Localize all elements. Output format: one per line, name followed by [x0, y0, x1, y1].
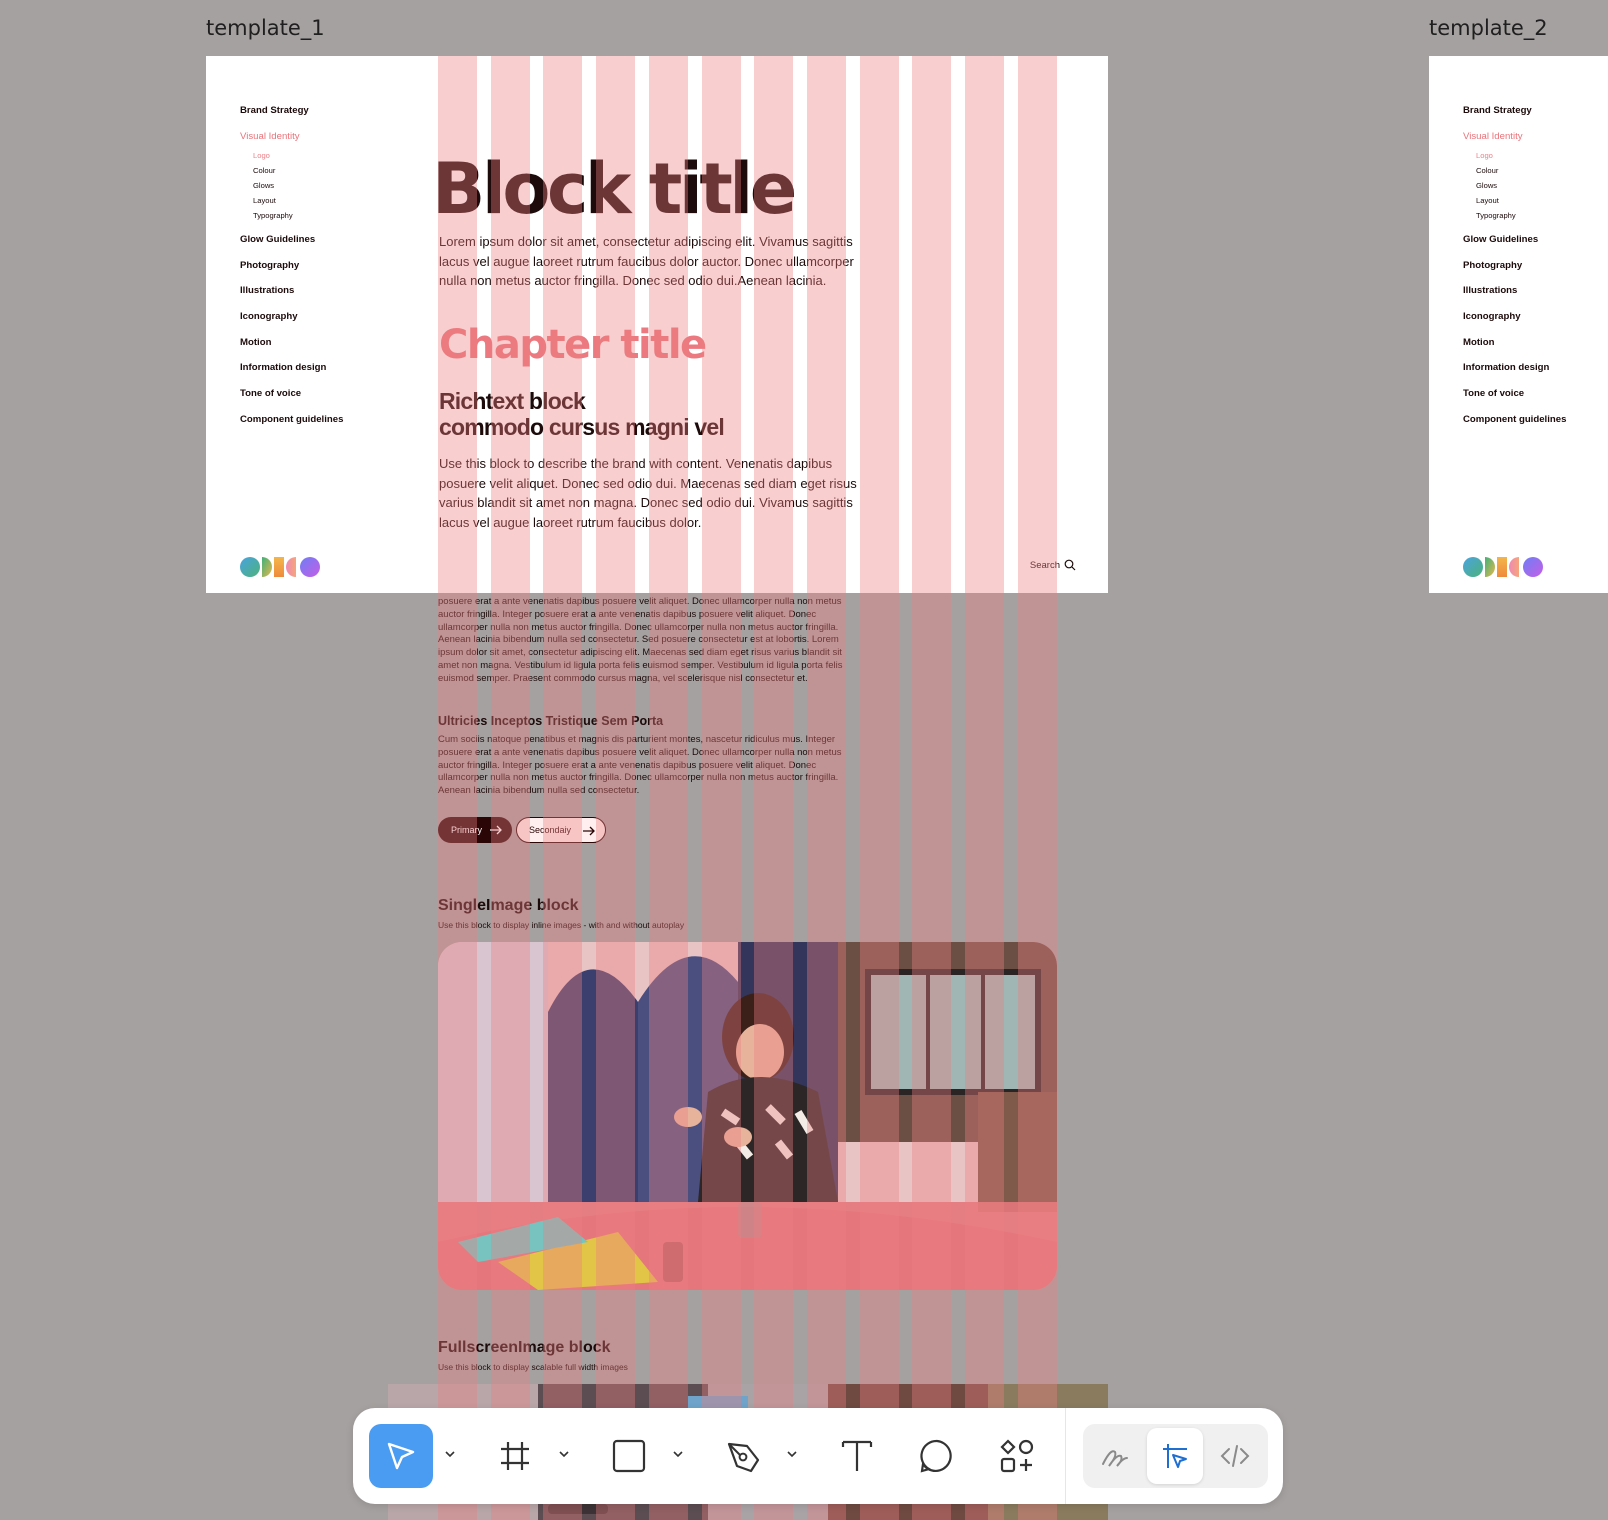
nav-item-tone-of-voice[interactable]: Tone of voice [1463, 388, 1524, 399]
chapter-title: Chapter title [439, 322, 707, 368]
search-label: Search [1029, 559, 1060, 571]
nav-item-illustrations[interactable]: Illustrations [240, 285, 294, 296]
nav-item-information-design[interactable]: Information design [240, 362, 326, 373]
brand-logo[interactable] [240, 555, 322, 579]
chevron-down-icon[interactable] [444, 1448, 456, 1460]
nav-subitem-glows[interactable]: Glows [1476, 181, 1497, 190]
nav-subitem-logo[interactable]: Logo [1476, 151, 1493, 160]
secondary-button[interactable]: Secondaiy [516, 817, 606, 843]
frame-icon [501, 1442, 529, 1470]
design-mode-button[interactable] [1147, 1428, 1203, 1484]
rectangle-icon [612, 1439, 646, 1473]
nav-subitem-logo[interactable]: Logo [253, 151, 270, 160]
nav-item-brand-strategy[interactable]: Brand Strategy [1463, 105, 1532, 116]
shape-tool-button[interactable] [597, 1424, 661, 1488]
brand-logo[interactable] [1463, 555, 1545, 579]
actions-tool-button[interactable] [985, 1424, 1049, 1488]
pen-icon [727, 1442, 760, 1473]
nav-item-visual-identity[interactable]: Visual Identity [240, 131, 300, 142]
nav-item-component-guidelines[interactable]: Component guidelines [240, 414, 343, 425]
nav-item-component-guidelines[interactable]: Component guidelines [1463, 414, 1566, 425]
intro-paragraph: Lorem ipsum dolor sit amet, consectetur … [439, 234, 854, 288]
comment-tool-button[interactable] [905, 1424, 969, 1488]
richtext-heading: Richtext block commodo cursus magni vel [439, 388, 725, 440]
single-image-subtitle: Use this block to display inline images … [438, 920, 685, 930]
nav-item-information-design[interactable]: Information design [1463, 362, 1549, 373]
template-2-frame[interactable]: Brand Strategy Visual Identity Logo Colo… [1429, 56, 1608, 593]
nav-item-glow-guidelines[interactable]: Glow Guidelines [240, 234, 315, 245]
toolbar-divider [1065, 1408, 1066, 1504]
nav-item-photography[interactable]: Photography [1463, 260, 1522, 271]
richtext-body: Use this block to describe the brand wit… [439, 456, 857, 530]
nav-item-tone-of-voice[interactable]: Tone of voice [240, 388, 301, 399]
fullscreen-image-heading: FullscreenImage block [438, 1339, 611, 1356]
dev-mode-button[interactable] [1207, 1428, 1263, 1484]
chevron-down-icon[interactable] [672, 1448, 684, 1460]
dev-mode-icon [1220, 1445, 1250, 1467]
chevron-down-icon[interactable] [558, 1448, 570, 1460]
search-icon [1064, 559, 1076, 571]
mode-switcher [1083, 1424, 1268, 1488]
arrow-right-icon [583, 826, 595, 836]
nav-item-photography[interactable]: Photography [240, 260, 299, 271]
chevron-down-icon[interactable] [786, 1448, 798, 1460]
overflow-subheading: Ultricies Inceptos Tristique Sem Porta [438, 714, 664, 728]
draw-mode-button[interactable] [1087, 1428, 1143, 1484]
nav-subitem-layout[interactable]: Layout [1476, 196, 1499, 205]
nav-subitem-layout[interactable]: Layout [253, 196, 276, 205]
search-control[interactable]: Search [1030, 559, 1076, 571]
overflow-paragraph-2: Cum sociis natoque penatibus et magnis d… [438, 734, 842, 797]
design-mode-icon [1163, 1444, 1187, 1468]
single-image-photo[interactable] [438, 942, 1057, 1290]
pen-tool-button[interactable] [711, 1424, 775, 1488]
secondary-button-label: Secondaiy [529, 825, 572, 835]
draw-mode-icon [1102, 1450, 1128, 1467]
bottom-toolbar [353, 1408, 1283, 1504]
nav-subitem-glows[interactable]: Glows [253, 181, 274, 190]
overflow-paragraph: posuere erat a ante venenatis dapibus po… [438, 596, 843, 684]
richtext-heading-line-2: commodo cursus magni vel [439, 414, 725, 440]
primary-button-label: Primary [451, 825, 482, 835]
nav-item-iconography[interactable]: Iconography [240, 311, 298, 322]
actions-icon [1000, 1439, 1034, 1473]
nav-subitem-colour[interactable]: Colour [1476, 166, 1498, 175]
nav-subitem-typography[interactable]: Typography [253, 211, 293, 220]
block-title: Block title [432, 148, 797, 230]
nav-subitem-colour[interactable]: Colour [253, 166, 275, 175]
office-photo-illustration [438, 942, 1057, 1290]
nav-item-glow-guidelines[interactable]: Glow Guidelines [1463, 234, 1538, 245]
template-1-frame[interactable]: Brand Strategy Visual Identity Logo Colo… [206, 56, 1108, 593]
nav-sidebar: Brand Strategy Visual Identity Logo Colo… [206, 56, 426, 593]
richtext-heading-line-1: Richtext block [439, 388, 586, 414]
nav-item-motion[interactable]: Motion [1463, 337, 1494, 348]
move-tool-button[interactable] [369, 1424, 433, 1488]
text-icon [841, 1440, 873, 1471]
nav-subitem-typography[interactable]: Typography [1476, 211, 1516, 220]
nav-item-motion[interactable]: Motion [240, 337, 271, 348]
nav-item-iconography[interactable]: Iconography [1463, 311, 1521, 322]
single-image-heading: SingleImage block [438, 897, 579, 914]
arrow-right-icon [490, 825, 502, 835]
fullscreen-image-subtitle: Use this block to display scalable full … [438, 1362, 628, 1372]
move-pointer-icon [387, 1442, 415, 1470]
nav-item-visual-identity[interactable]: Visual Identity [1463, 131, 1523, 142]
text-tool-button[interactable] [825, 1424, 889, 1488]
nav-item-brand-strategy[interactable]: Brand Strategy [240, 105, 309, 116]
primary-button[interactable]: Primary [438, 817, 512, 843]
frame-tool-button[interactable] [483, 1424, 547, 1488]
nav-item-illustrations[interactable]: Illustrations [1463, 285, 1517, 296]
comment-icon [920, 1439, 952, 1473]
